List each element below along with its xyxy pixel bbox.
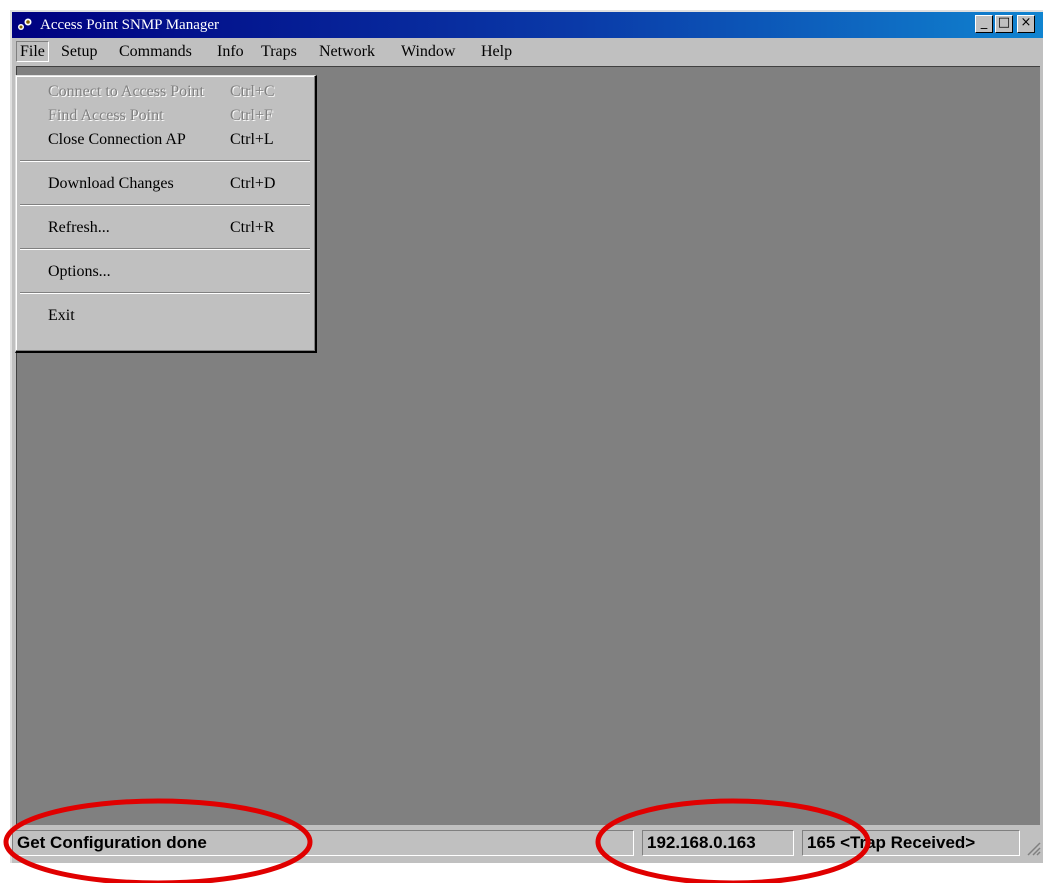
menu-separator [20,204,310,206]
status-trap-pane: 165 <Trap Received> [802,830,1020,856]
close-icon: × [1020,15,1032,30]
menu-separator [20,248,310,250]
resize-grip-icon[interactable] [1025,840,1041,856]
window-title: Access Point SNMP Manager [40,17,220,33]
menu-item-download-changes[interactable]: Download Changes Ctrl+D [20,172,310,196]
minimize-icon: _ [980,15,988,30]
menu-bar: File Setup Commands Info Traps Network W… [12,39,1043,64]
maximize-button[interactable]: □ [995,15,1013,33]
status-message-pane: Get Configuration done [12,830,634,856]
menu-item-options[interactable]: Options... [20,260,310,284]
menu-item-find-access-point[interactable]: Find Access Point Ctrl+F [20,104,310,128]
status-bar: Get Configuration done 192.168.0.163 165… [12,826,1043,860]
menu-item-connect-access-point[interactable]: Connect to Access Point Ctrl+C [20,80,310,104]
close-button[interactable]: × [1017,15,1035,33]
status-trap-count: 165 <Trap Received> [807,833,976,852]
menu-info[interactable]: Info [214,41,247,62]
menu-file[interactable]: File [16,41,49,62]
maximize-icon: □ [997,15,1011,30]
menu-item-refresh[interactable]: Refresh... Ctrl+R [20,216,310,240]
title-bar[interactable]: Access Point SNMP Manager _ □ × [12,12,1043,38]
status-message: Get Configuration done [17,833,207,852]
status-ip-address: 192.168.0.163 [647,833,756,852]
file-dropdown-menu: Connect to Access Point Ctrl+C Find Acce… [15,75,317,353]
app-window: Access Point SNMP Manager _ □ × File Set… [10,10,1043,863]
menu-window[interactable]: Window [398,41,458,62]
menu-traps[interactable]: Traps [258,41,300,62]
menu-item-close-connection[interactable]: Close Connection AP Ctrl+L [20,128,310,152]
menu-separator [20,160,310,162]
snmp-manager-icon [18,18,32,30]
status-ip-pane: 192.168.0.163 [642,830,794,856]
menu-network[interactable]: Network [316,41,378,62]
minimize-button[interactable]: _ [975,15,993,33]
menu-commands[interactable]: Commands [116,41,195,62]
menu-item-exit[interactable]: Exit [20,304,310,328]
menu-help[interactable]: Help [478,41,515,62]
menu-separator [20,292,310,294]
menu-setup[interactable]: Setup [58,41,100,62]
